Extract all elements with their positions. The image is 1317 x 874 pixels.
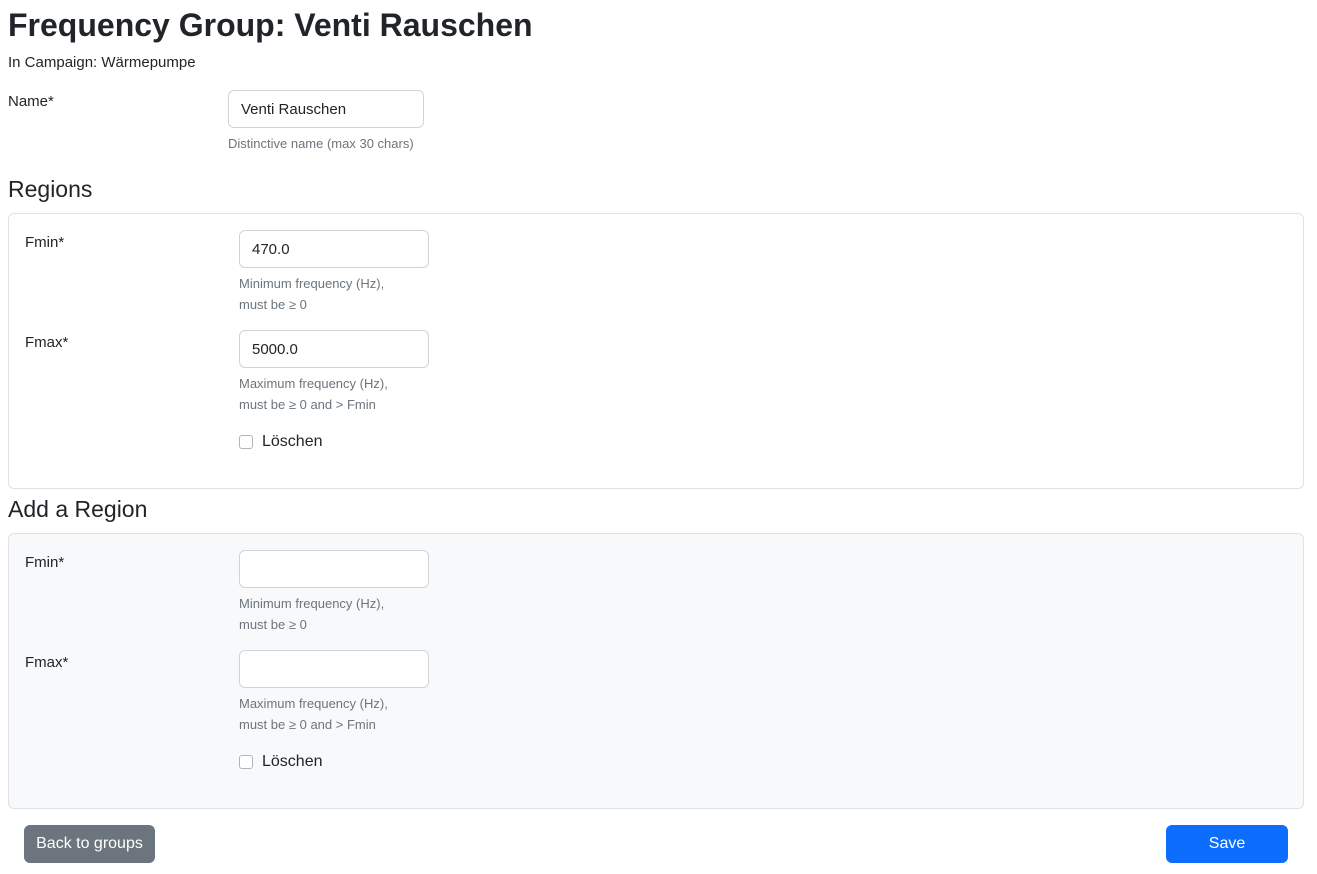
region-fmin-help-line1: Minimum frequency (Hz), xyxy=(239,276,385,291)
back-to-groups-button[interactable]: Back to groups xyxy=(24,825,155,863)
new-fmax-help-line1: Maximum frequency (Hz), xyxy=(239,696,388,711)
new-region-delete-row[interactable]: Löschen xyxy=(239,752,323,772)
region-fmin-input[interactable] xyxy=(239,230,429,268)
new-fmin-help-line2: must be ≥ 0 xyxy=(239,617,307,632)
page-title: Frequency Group: Venti Rauschen xyxy=(8,7,533,43)
region-delete-checkbox[interactable] xyxy=(239,435,253,449)
new-fmin-label: Fmin* xyxy=(25,554,65,571)
frequency-group-edit-page: Frequency Group: Venti Rauschen In Campa… xyxy=(0,0,1317,874)
new-region-delete-checkbox[interactable] xyxy=(239,755,253,769)
new-fmin-help-line1: Minimum frequency (Hz), xyxy=(239,596,385,611)
region-delete-label[interactable]: Löschen xyxy=(262,432,323,452)
add-region-card: Fmin* Minimum frequency (Hz), must be ≥ … xyxy=(8,533,1304,809)
add-region-heading: Add a Region xyxy=(8,496,148,522)
region-delete-row[interactable]: Löschen xyxy=(239,432,323,452)
regions-heading: Regions xyxy=(8,176,93,202)
name-input[interactable] xyxy=(228,90,424,128)
region-card: Fmin* Minimum frequency (Hz), must be ≥ … xyxy=(8,213,1304,489)
new-fmax-label: Fmax* xyxy=(25,654,69,671)
new-fmin-input[interactable] xyxy=(239,550,429,588)
new-region-delete-label[interactable]: Löschen xyxy=(262,752,323,772)
name-label: Name* xyxy=(8,93,54,110)
new-fmax-input[interactable] xyxy=(239,650,429,688)
region-fmax-help-line1: Maximum frequency (Hz), xyxy=(239,376,388,391)
campaign-info: In Campaign: Wärmepumpe xyxy=(8,54,196,71)
region-fmax-help-line2: must be ≥ 0 and > Fmin xyxy=(239,397,376,412)
region-fmax-input[interactable] xyxy=(239,330,429,368)
region-fmin-label: Fmin* xyxy=(25,234,65,251)
region-fmax-label: Fmax* xyxy=(25,334,69,351)
save-changes-button[interactable]: Save changes xyxy=(1166,825,1288,874)
region-fmin-help-line2: must be ≥ 0 xyxy=(239,297,307,312)
name-help-text: Distinctive name (max 30 chars) xyxy=(228,136,414,151)
new-fmax-help-line2: must be ≥ 0 and > Fmin xyxy=(239,717,376,732)
